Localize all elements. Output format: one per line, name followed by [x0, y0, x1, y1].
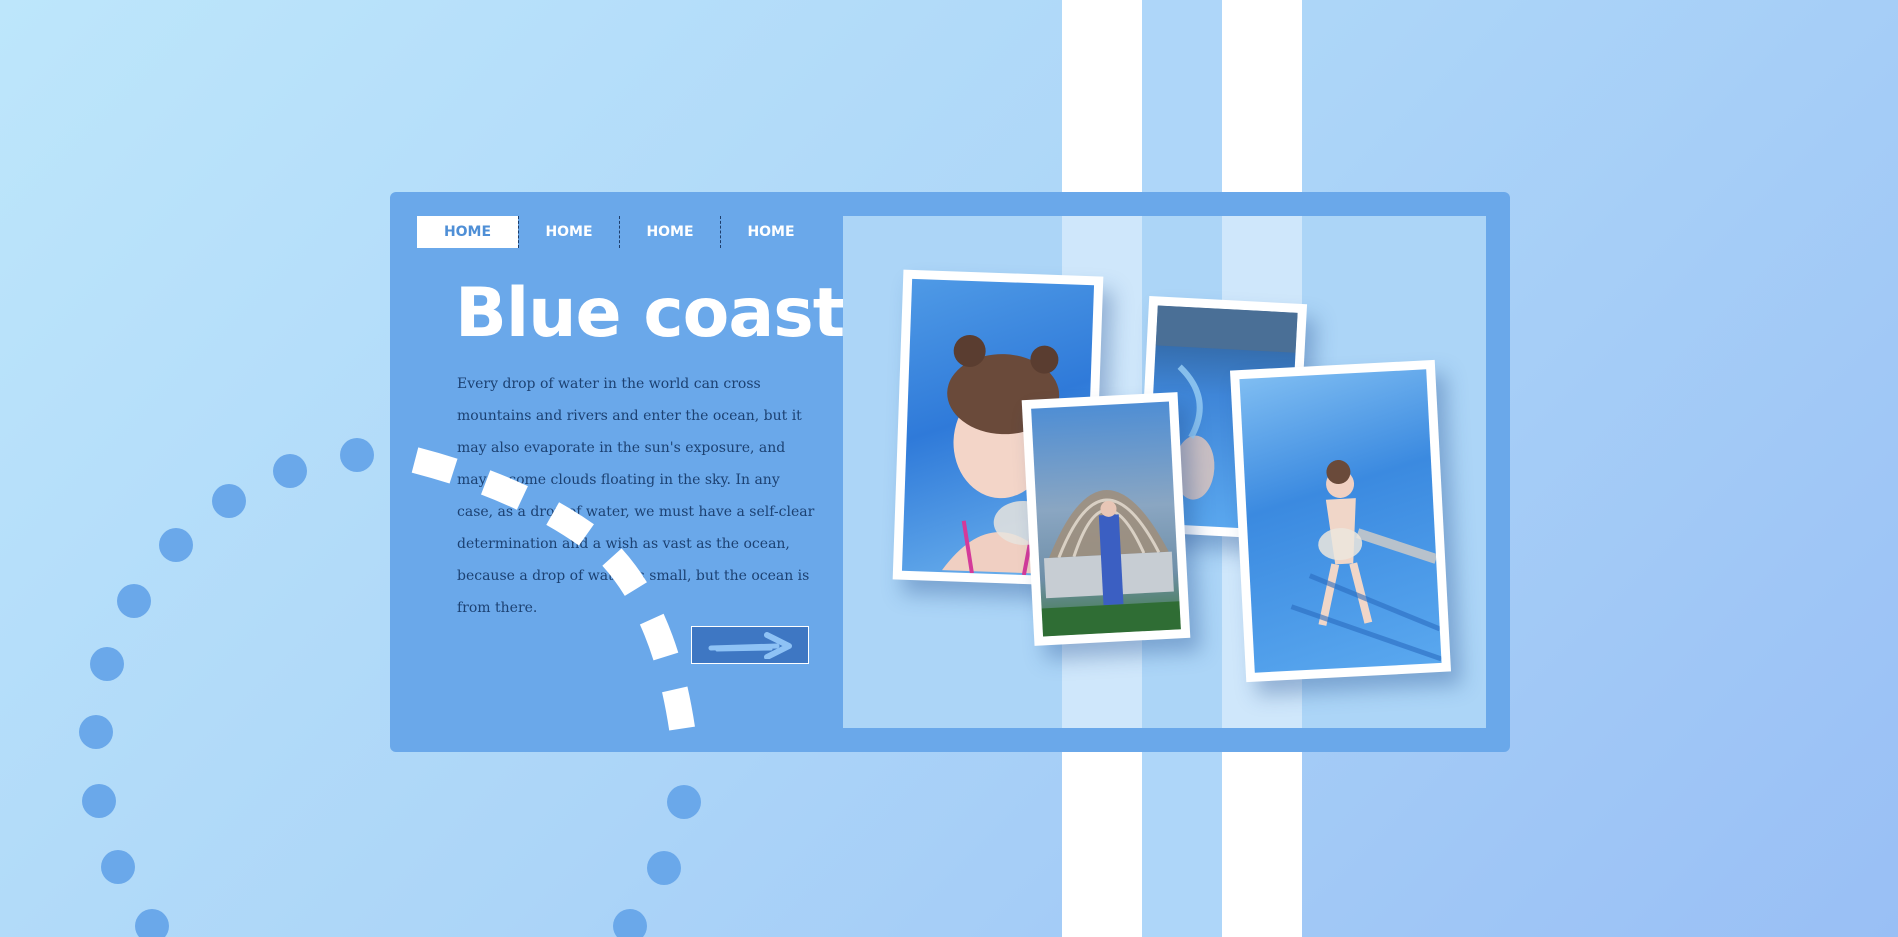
swimming-pool-photo[interactable] — [1229, 359, 1452, 683]
hero-card: HOME HOME HOME HOME Blue coast Every dro… — [390, 192, 1510, 752]
nav-item-home[interactable]: HOME — [619, 216, 720, 248]
photo-gallery — [843, 216, 1486, 728]
nav-item-home[interactable]: HOME — [720, 216, 821, 248]
nav-item-home[interactable]: HOME — [417, 216, 518, 248]
top-nav: HOME HOME HOME HOME — [417, 216, 821, 248]
garden-cabana-photo[interactable] — [1021, 392, 1191, 646]
hero-description: Every drop of water in the world can cro… — [457, 376, 815, 616]
page-title: Blue coast — [455, 274, 845, 353]
nav-item-home[interactable]: HOME — [518, 216, 619, 248]
next-arrow-button[interactable] — [691, 626, 809, 664]
arrow-right-icon — [708, 632, 792, 659]
